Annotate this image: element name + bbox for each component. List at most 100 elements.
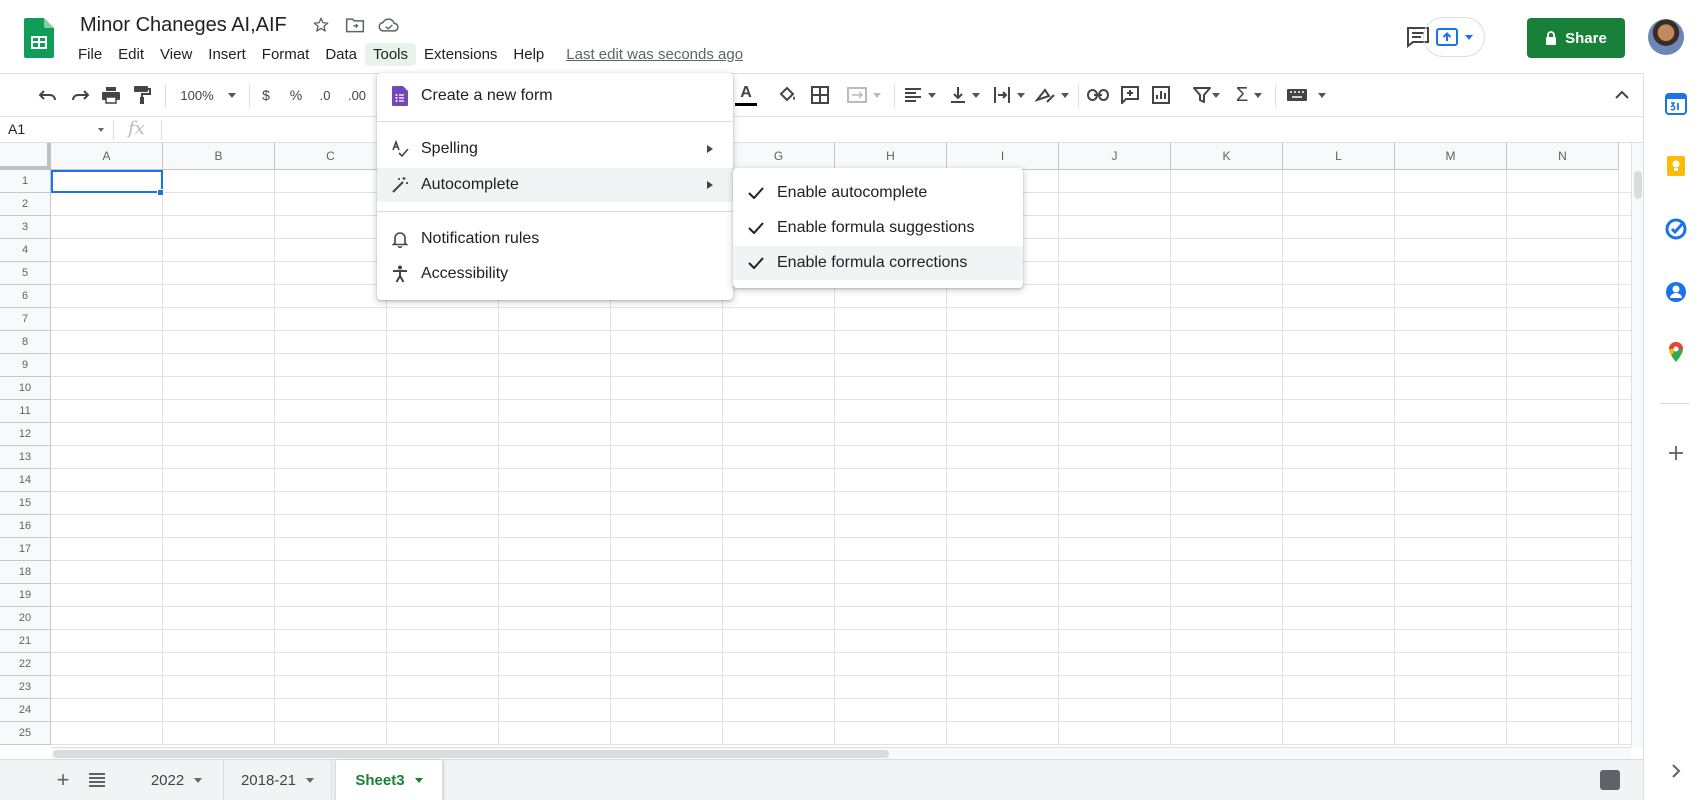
row-header[interactable]: 25: [0, 722, 51, 745]
fill-handle[interactable]: [157, 189, 164, 196]
select-all-corner[interactable]: [0, 143, 51, 170]
row-header[interactable]: 21: [0, 630, 51, 653]
column-header[interactable]: H: [835, 143, 947, 170]
add-sheet-plus-icon[interactable]: +: [52, 767, 74, 792]
hide-menus-chevron-up-icon[interactable]: [1610, 83, 1634, 107]
row-header[interactable]: 15: [0, 492, 51, 515]
insert-chart-icon[interactable]: [1149, 83, 1173, 107]
document-title[interactable]: Minor Chaneges AI,AIF: [80, 14, 287, 37]
menu-item-create-form[interactable]: Create a new form: [377, 79, 733, 113]
horizontal-scroll-thumb[interactable]: [53, 750, 889, 758]
star-icon[interactable]: [310, 14, 332, 36]
sheet-chevron-down-icon[interactable]: [414, 777, 423, 783]
keep-notes-icon[interactable]: [1665, 155, 1687, 177]
column-header[interactable]: N: [1507, 143, 1619, 170]
row-header[interactable]: 24: [0, 699, 51, 722]
merge-cells-button[interactable]: [842, 83, 886, 107]
menu-item-enable-autocomplete[interactable]: Enable autocomplete: [733, 176, 1023, 210]
column-header[interactable]: J: [1059, 143, 1171, 170]
menu-item-accessibility[interactable]: Accessibility: [377, 257, 733, 291]
tasks-icon[interactable]: [1665, 218, 1687, 240]
move-folder-icon[interactable]: [344, 14, 366, 36]
row-header[interactable]: 12: [0, 423, 51, 446]
get-add-ons-plus-icon[interactable]: [1665, 442, 1687, 464]
undo-icon[interactable]: [36, 83, 60, 107]
row-header[interactable]: 2: [0, 193, 51, 216]
row-header[interactable]: 9: [0, 354, 51, 377]
insert-link-icon[interactable]: [1086, 83, 1110, 107]
sheet-tab-2018-21[interactable]: 2018-21: [224, 760, 332, 800]
menu-tools[interactable]: Tools: [365, 43, 417, 66]
row-header[interactable]: 17: [0, 538, 51, 561]
menu-edit[interactable]: Edit: [110, 43, 152, 66]
row-header[interactable]: 10: [0, 377, 51, 400]
horizontal-align-button[interactable]: [903, 83, 937, 107]
last-edit-link[interactable]: Last edit was seconds ago: [566, 46, 743, 63]
row-header[interactable]: 1: [0, 170, 51, 193]
borders-icon[interactable]: [808, 83, 832, 107]
column-header[interactable]: L: [1283, 143, 1395, 170]
row-header[interactable]: 13: [0, 446, 51, 469]
row-header[interactable]: 18: [0, 561, 51, 584]
menu-format[interactable]: Format: [254, 43, 318, 66]
row-header[interactable]: 11: [0, 400, 51, 423]
sheet-chevron-down-icon[interactable]: [306, 777, 315, 783]
format-percent-button[interactable]: %: [286, 83, 306, 107]
row-header[interactable]: 20: [0, 607, 51, 630]
horizontal-scrollbar[interactable]: [51, 747, 1631, 759]
print-icon[interactable]: [99, 83, 123, 107]
menu-item-spelling[interactable]: Spelling: [377, 132, 733, 166]
insert-comment-icon[interactable]: [1118, 83, 1142, 107]
zoom-select[interactable]: 100%: [178, 83, 238, 107]
column-header[interactable]: I: [947, 143, 1059, 170]
menu-item-enable-formula-corrections[interactable]: Enable formula corrections: [733, 246, 1023, 280]
text-color-button[interactable]: A: [734, 83, 758, 107]
row-header[interactable]: 22: [0, 653, 51, 676]
menu-file[interactable]: File: [70, 43, 110, 66]
column-header[interactable]: C: [275, 143, 387, 170]
menu-item-notification-rules[interactable]: Notification rules: [377, 222, 733, 256]
increase-decimal-button[interactable]: .00: [344, 83, 370, 107]
name-box-chevron-down-icon[interactable]: [98, 128, 104, 132]
sheet-tab-sheet3[interactable]: Sheet3: [336, 760, 443, 800]
text-rotation-button[interactable]: [1035, 83, 1069, 107]
menu-item-autocomplete[interactable]: Autocomplete: [377, 168, 733, 202]
contacts-icon[interactable]: [1665, 281, 1687, 303]
share-button[interactable]: Share: [1527, 18, 1625, 58]
name-box[interactable]: A1: [8, 121, 25, 137]
column-header[interactable]: M: [1395, 143, 1507, 170]
menu-extensions[interactable]: Extensions: [416, 43, 505, 66]
column-header[interactable]: B: [163, 143, 275, 170]
row-header[interactable]: 19: [0, 584, 51, 607]
row-header[interactable]: 16: [0, 515, 51, 538]
functions-button[interactable]: Σ: [1232, 83, 1266, 107]
vertical-align-button[interactable]: [948, 83, 982, 107]
row-header[interactable]: 5: [0, 262, 51, 285]
column-header[interactable]: K: [1171, 143, 1283, 170]
sheets-logo-icon[interactable]: [24, 18, 54, 58]
column-header[interactable]: A: [51, 143, 163, 170]
row-header[interactable]: 7: [0, 308, 51, 331]
account-avatar[interactable]: [1648, 19, 1684, 55]
row-header[interactable]: 8: [0, 331, 51, 354]
selected-cell-a1[interactable]: [51, 170, 163, 193]
menu-item-enable-formula-suggestions[interactable]: Enable formula suggestions: [733, 211, 1023, 245]
column-header[interactable]: G: [723, 143, 835, 170]
menu-insert[interactable]: Insert: [200, 43, 254, 66]
menu-help[interactable]: Help: [505, 43, 552, 66]
cloud-status-icon[interactable]: [378, 14, 400, 36]
decrease-decimal-button[interactable]: .0: [314, 83, 336, 107]
sheet-chevron-down-icon[interactable]: [194, 777, 203, 783]
input-tools-button[interactable]: [1284, 83, 1328, 107]
calendar-icon[interactable]: [1665, 93, 1687, 115]
vertical-scrollbar[interactable]: [1631, 143, 1643, 747]
vertical-scroll-thumb[interactable]: [1634, 171, 1642, 199]
row-header[interactable]: 23: [0, 676, 51, 699]
menu-view[interactable]: View: [152, 43, 200, 66]
present-button[interactable]: [1423, 17, 1485, 57]
paint-format-icon[interactable]: [130, 83, 154, 107]
row-header[interactable]: 4: [0, 239, 51, 262]
row-header[interactable]: 3: [0, 216, 51, 239]
filter-chevron-down-icon[interactable]: [1208, 83, 1224, 107]
sheet-tab-2022[interactable]: 2022: [130, 760, 224, 800]
